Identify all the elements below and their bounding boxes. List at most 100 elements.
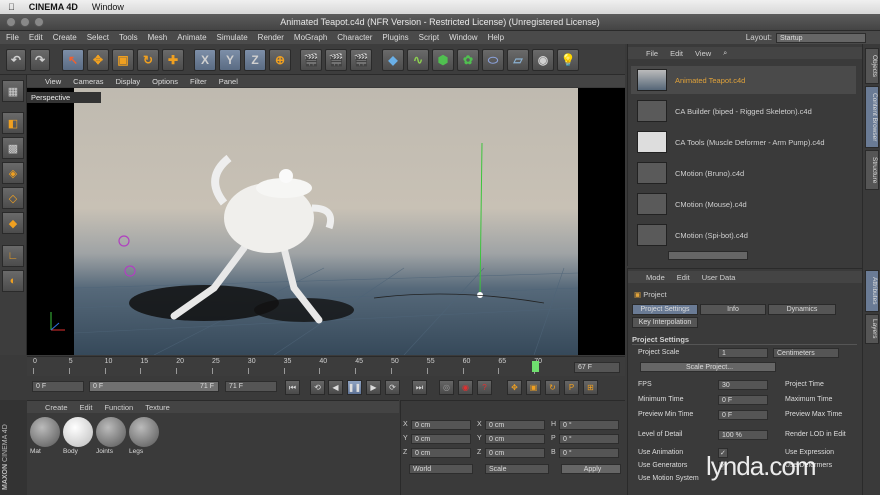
window-menu[interactable]: Window: [92, 2, 124, 12]
record-keys-icon[interactable]: ◎: [439, 380, 454, 395]
render-view-icon[interactable]: 🎬: [300, 49, 322, 71]
live-selection-icon[interactable]: ↖: [62, 49, 84, 71]
cube-icon[interactable]: ◆: [382, 49, 404, 71]
undo-icon[interactable]: ↶: [6, 49, 26, 71]
move-tool-icon[interactable]: ✥: [87, 49, 109, 71]
subdivision-surface-icon[interactable]: ⬢: [432, 49, 454, 71]
material-swatch-body[interactable]: [63, 417, 93, 447]
list-item[interactable]: CA Builder (biped - Rigged Skeleton).c4d: [631, 97, 856, 125]
material-menu-create[interactable]: Create: [45, 403, 68, 412]
tab-objects[interactable]: Objects: [865, 48, 879, 84]
level-of-detail-field[interactable]: 100 %: [718, 430, 768, 440]
x-axis-lock-icon[interactable]: X: [194, 49, 216, 71]
menu-edit[interactable]: Edit: [29, 33, 43, 42]
menu-mesh[interactable]: Mesh: [148, 33, 168, 42]
key-scale-icon[interactable]: ▣: [526, 380, 541, 395]
previous-frame-icon[interactable]: ◀: [328, 380, 343, 395]
viewport-menu-view[interactable]: View: [45, 77, 61, 86]
menu-simulate[interactable]: Simulate: [217, 33, 248, 42]
material-menu-edit[interactable]: Edit: [80, 403, 93, 412]
pause-icon[interactable]: ❚❚: [347, 380, 362, 395]
material-swatch-joints[interactable]: [96, 417, 126, 447]
menu-render[interactable]: Render: [258, 33, 284, 42]
material-swatch-legs[interactable]: [129, 417, 159, 447]
axis-mode-icon[interactable]: ∟: [2, 245, 24, 267]
make-editable-icon[interactable]: ▦: [2, 80, 24, 102]
material-menu-texture[interactable]: Texture: [145, 403, 170, 412]
layout-dropdown[interactable]: Startup: [776, 32, 866, 43]
size-x-field[interactable]: 0 cm: [485, 420, 545, 430]
attr-menu-user-data[interactable]: User Data: [702, 273, 736, 282]
key-parameter-icon[interactable]: P: [564, 380, 579, 395]
menu-mograph[interactable]: MoGraph: [294, 33, 327, 42]
rotation-b-field[interactable]: 0 °: [559, 448, 619, 458]
apply-button[interactable]: Apply: [561, 464, 621, 474]
tab-info[interactable]: Info: [700, 304, 766, 315]
list-item[interactable]: Animated Teapot.c4d: [631, 66, 856, 94]
rotate-tool-icon[interactable]: ↻: [137, 49, 159, 71]
list-item[interactable]: CA Tools (Muscle Deformer - Arm Pump).c4…: [631, 128, 856, 156]
timeline-ruler[interactable]: 0510152025303540455055606570 67 F: [27, 356, 625, 376]
last-tool-icon[interactable]: ✚: [162, 49, 184, 71]
playhead[interactable]: [532, 361, 539, 372]
texture-mode-icon[interactable]: ▩: [2, 137, 24, 159]
end-frame-field[interactable]: 71 F: [225, 381, 277, 392]
rotation-h-field[interactable]: 0 °: [559, 420, 619, 430]
tab-layers[interactable]: Layers: [865, 314, 879, 344]
edges-mode-icon[interactable]: ◇: [2, 187, 24, 209]
viewport-menu-filter[interactable]: Filter: [190, 77, 207, 86]
tab-dynamics[interactable]: Dynamics: [768, 304, 836, 315]
tab-project-settings[interactable]: Project Settings: [632, 304, 698, 315]
menu-plugins[interactable]: Plugins: [382, 33, 408, 42]
preview-range-slider[interactable]: 0 F 71 F: [89, 381, 219, 392]
tweak-mode-icon[interactable]: ◐: [2, 270, 24, 292]
scale-project-button[interactable]: Scale Project...: [640, 362, 776, 372]
viewport-menu-options[interactable]: Options: [152, 77, 178, 86]
scale-dropdown[interactable]: Scale: [485, 464, 549, 474]
key-position-icon[interactable]: ✥: [507, 380, 522, 395]
menu-character[interactable]: Character: [337, 33, 372, 42]
coordinate-system-icon[interactable]: ⊕: [269, 49, 291, 71]
polygons-mode-icon[interactable]: ◆: [2, 212, 24, 234]
list-item[interactable]: CMotion (Bruno).c4d: [631, 159, 856, 187]
position-x-field[interactable]: 0 cm: [411, 420, 471, 430]
minimum-time-field[interactable]: 0 F: [718, 395, 768, 405]
perspective-viewport[interactable]: Perspective: [27, 88, 625, 355]
light-icon[interactable]: 💡: [557, 49, 579, 71]
list-item[interactable]: CMotion (Spi-bot).c4d: [631, 221, 856, 249]
tab-content-browser[interactable]: Content Browser: [865, 86, 879, 148]
menu-help[interactable]: Help: [488, 33, 504, 42]
cb-menu-file[interactable]: File: [646, 49, 658, 58]
array-icon[interactable]: ✿: [457, 49, 479, 71]
viewport-menu-cameras[interactable]: Cameras: [73, 77, 103, 86]
attr-menu-mode[interactable]: Mode: [646, 273, 665, 282]
menu-create[interactable]: Create: [53, 33, 77, 42]
material-menu-function[interactable]: Function: [104, 403, 133, 412]
viewport-menu-panel[interactable]: Panel: [219, 77, 238, 86]
menu-script[interactable]: Script: [419, 33, 439, 42]
menu-tools[interactable]: Tools: [119, 33, 138, 42]
previous-key-icon[interactable]: ⟲: [310, 380, 325, 395]
thumbnail-size-slider[interactable]: [668, 251, 748, 260]
cb-menu-view[interactable]: View: [695, 49, 711, 58]
units-dropdown[interactable]: Centimeters: [773, 348, 839, 358]
world-dropdown[interactable]: World: [409, 464, 473, 474]
tab-structure[interactable]: Structure: [865, 150, 879, 190]
deformer-icon[interactable]: ⬭: [482, 49, 504, 71]
rotation-p-field[interactable]: 0 °: [559, 434, 619, 444]
spline-pen-icon[interactable]: ∿: [407, 49, 429, 71]
autokeying-icon[interactable]: ◉: [458, 380, 473, 395]
position-y-field[interactable]: 0 cm: [411, 434, 471, 444]
z-axis-lock-icon[interactable]: Z: [244, 49, 266, 71]
scale-tool-icon[interactable]: ▣: [112, 49, 134, 71]
points-mode-icon[interactable]: ◈: [2, 162, 24, 184]
redo-icon[interactable]: ↷: [30, 49, 50, 71]
menu-file[interactable]: File: [6, 33, 19, 42]
render-picture-viewer-icon[interactable]: 🎬: [325, 49, 347, 71]
camera-icon[interactable]: ◉: [532, 49, 554, 71]
fps-field[interactable]: 30: [718, 380, 768, 390]
menu-select[interactable]: Select: [87, 33, 109, 42]
key-point-level-icon[interactable]: ⊞: [583, 380, 598, 395]
y-axis-lock-icon[interactable]: Y: [219, 49, 241, 71]
viewport-menu-display[interactable]: Display: [116, 77, 141, 86]
